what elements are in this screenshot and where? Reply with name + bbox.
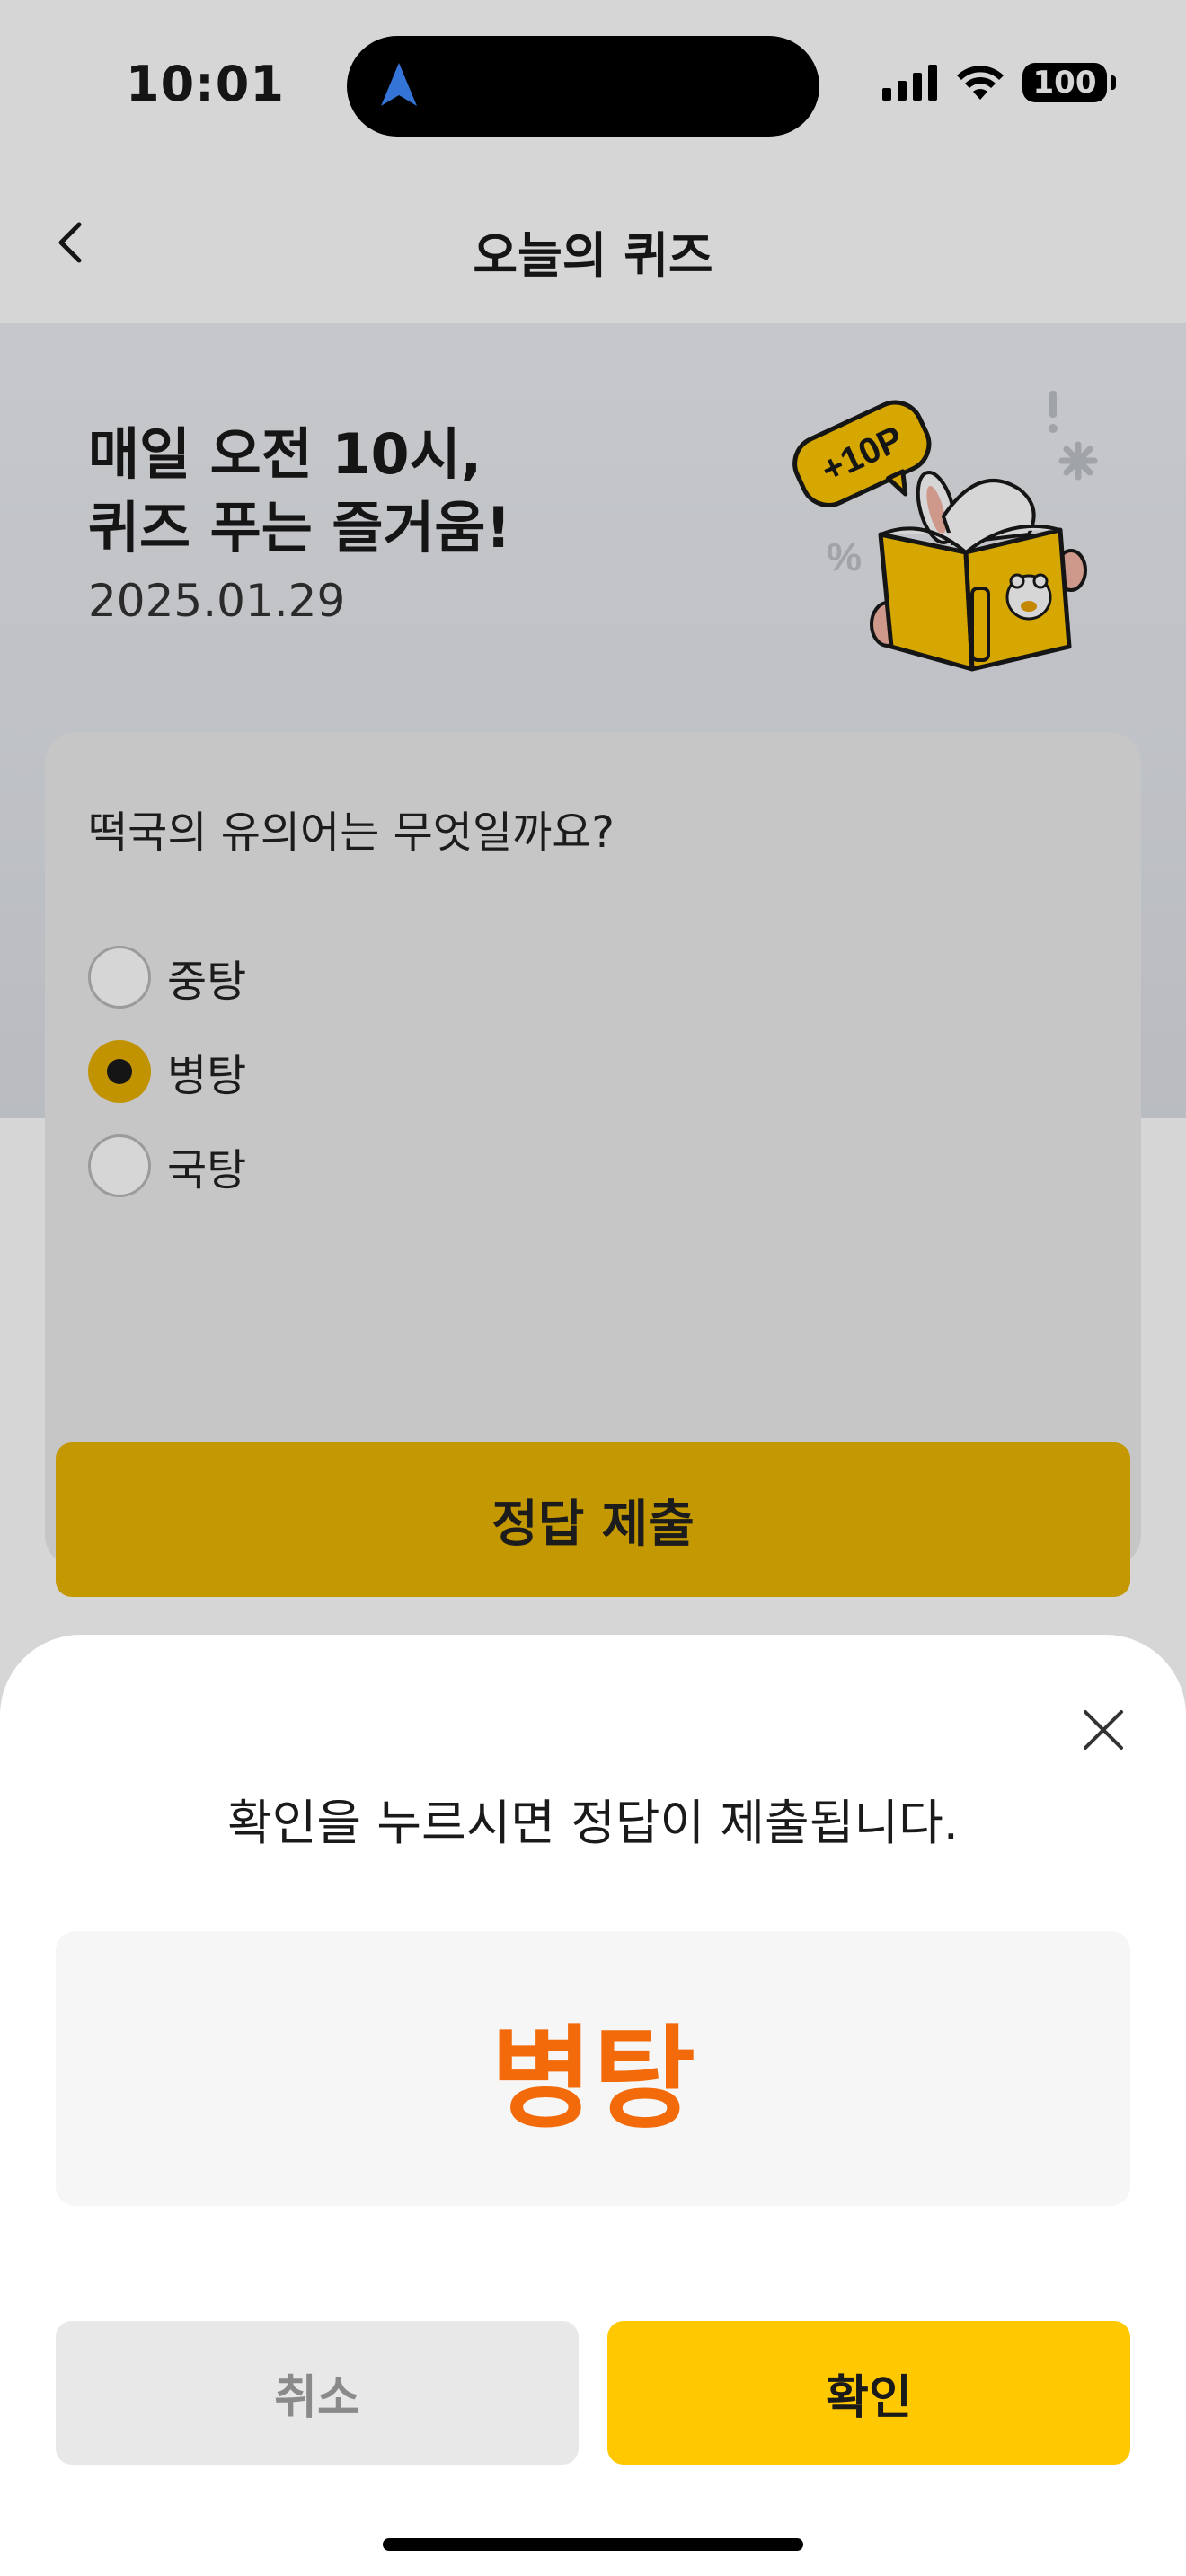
home-indicator[interactable] <box>383 2538 803 2551</box>
confirm-message: 확인을 누르시면 정답이 제출됩니다. <box>227 1795 959 1851</box>
sheet-buttons: 취소 확인 <box>56 2321 1130 2465</box>
cancel-button[interactable]: 취소 <box>56 2321 579 2465</box>
confirm-bottom-sheet: 확인을 누르시면 정답이 제출됩니다. 병탕 취소 확인 <box>0 1635 1186 2576</box>
selected-answer: 병탕 <box>56 1931 1130 2206</box>
close-icon[interactable] <box>1071 1698 1136 1762</box>
confirm-button[interactable]: 확인 <box>607 2321 1130 2465</box>
